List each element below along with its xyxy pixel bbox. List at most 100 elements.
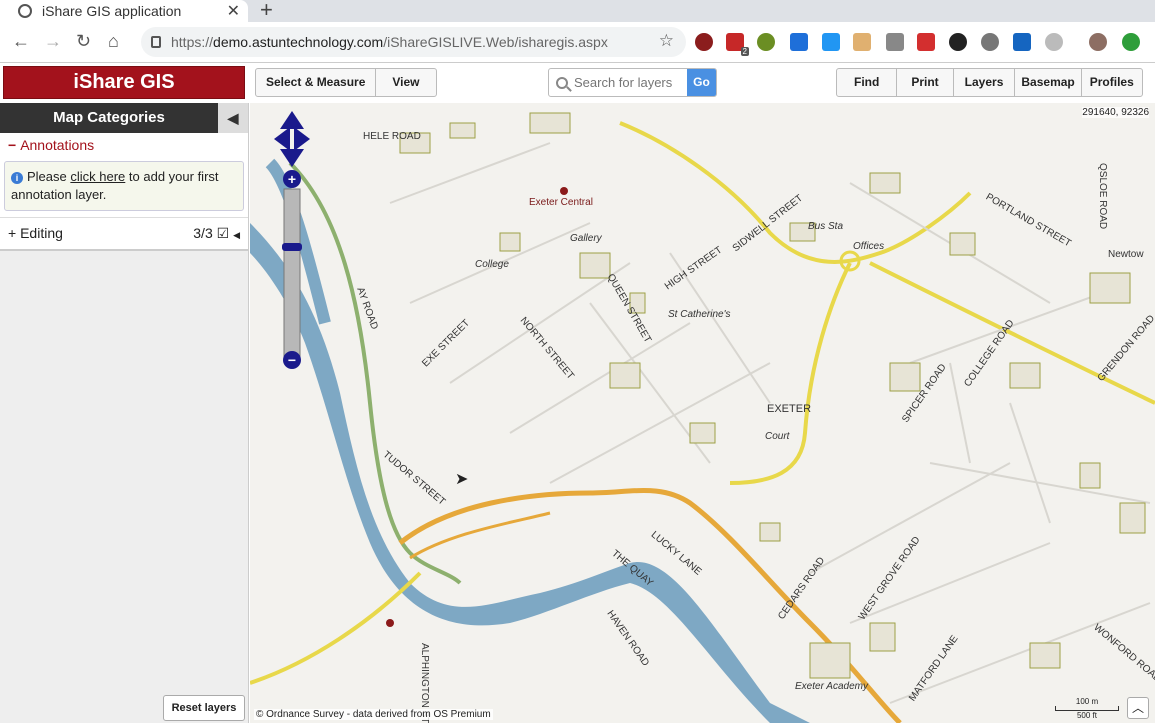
tab-title: iShare GIS application <box>42 3 182 19</box>
map-label: Offices <box>853 241 885 252</box>
map-label: Court <box>765 431 790 442</box>
view-button[interactable]: View <box>376 69 435 96</box>
circle-extension-icon[interactable] <box>981 33 999 51</box>
close-icon[interactable]: ✕ <box>227 1 240 21</box>
pan-left-icon[interactable] <box>274 127 290 151</box>
map-basemap <box>250 112 1155 723</box>
collapse-panel-icon[interactable]: ◀ <box>218 103 248 133</box>
map-label: College <box>475 259 509 270</box>
map-label: HELE ROAD <box>363 131 421 142</box>
info-text-pre: Please <box>27 169 71 184</box>
panel-title: Map Categories <box>53 109 165 126</box>
update-icon[interactable] <box>1122 33 1140 51</box>
find-button[interactable]: Find <box>837 69 898 96</box>
bookmark-star-icon[interactable]: ☆ <box>659 31 674 51</box>
panel-body: − Annotations i Please click here to add … <box>0 133 248 251</box>
reload-icon[interactable]: ↻ <box>76 31 91 52</box>
expand-arrow-icon[interactable]: ◀ <box>233 230 240 240</box>
pan-down-icon[interactable] <box>280 149 304 167</box>
url-host: demo.astuntechnology.com <box>213 34 384 50</box>
svg-text:−: − <box>288 352 296 368</box>
profiles-button[interactable]: Profiles <box>1082 69 1142 96</box>
s2-extension-icon[interactable] <box>1013 33 1031 51</box>
scale-feet: 500 ft <box>1076 711 1097 720</box>
search-icon <box>556 76 568 89</box>
layers-button[interactable]: Layers <box>954 69 1016 96</box>
annotations-label: Annotations <box>20 137 95 153</box>
face-extension-icon[interactable] <box>853 33 871 51</box>
j-extension-icon[interactable] <box>790 33 808 51</box>
ublock-extension-icon[interactable] <box>695 33 713 51</box>
plus-icon: + <box>8 225 21 241</box>
map-label: Gallery <box>570 233 602 244</box>
map-label: QSLOE ROAD <box>1097 163 1108 230</box>
svg-text:+: + <box>288 171 296 187</box>
scale-bar: 100 m 500 ft <box>1055 697 1119 720</box>
map-copyright: © Ordnance Survey - data derived from OS… <box>254 709 493 720</box>
brand-logo[interactable]: iShare GIS <box>3 66 245 99</box>
annotation-info-box: i Please click here to add your first ann… <box>4 161 244 211</box>
tool-group-right: Find Print Layers Basemap Profiles <box>836 68 1143 97</box>
gmail-extension-icon[interactable] <box>917 33 935 51</box>
minus-icon: − <box>8 137 17 153</box>
paw-extension-icon[interactable] <box>949 33 967 51</box>
map-label: Newtow <box>1108 249 1144 260</box>
zoom-slider-track[interactable] <box>283 188 301 360</box>
ring-road-spur <box>409 511 551 560</box>
click-here-link[interactable]: click here <box>70 169 125 184</box>
s-extension-icon[interactable] <box>822 33 840 51</box>
print-button[interactable]: Print <box>897 69 954 96</box>
map-label: Exeter Central <box>529 197 593 208</box>
url-path: /iShareGISLIVE.Web/isharegis.aspx <box>383 34 608 50</box>
editing-count: 3/3 <box>193 225 213 241</box>
select-measure-button[interactable]: Select & Measure <box>256 69 377 96</box>
extension-badge: 2 <box>740 47 749 56</box>
basemap-button[interactable]: Basemap <box>1015 69 1082 96</box>
globe-icon <box>18 4 32 18</box>
annotations-section[interactable]: − Annotations <box>0 133 248 157</box>
hex-extension-icon[interactable] <box>1045 33 1063 51</box>
checkbox-icon[interactable]: ☑ <box>217 225 230 241</box>
pan-up-icon[interactable] <box>280 111 304 129</box>
lock-icon <box>151 36 161 48</box>
station-marker[interactable] <box>386 619 394 627</box>
station-marker[interactable] <box>560 187 568 195</box>
mouse-cursor-icon: ➤ <box>455 471 469 488</box>
panel-header: Map Categories ◀ <box>0 103 248 133</box>
road-yellow-4 <box>250 571 422 685</box>
app-header: iShare GIS Select & Measure View Go Find… <box>0 63 1155 103</box>
editing-section[interactable]: + Editing 3/3 ☑ ◀ <box>0 217 248 251</box>
browser-toolbar: ← → ↻ ⌂ https://demo.astuntechnology.com… <box>0 22 1155 63</box>
new-tab-button[interactable]: + <box>260 0 273 23</box>
grid-extension-icon[interactable] <box>886 33 904 51</box>
editing-label: Editing <box>20 225 63 241</box>
buildings <box>399 112 1146 679</box>
pan-zoom-control: + − <box>274 111 310 369</box>
info-icon: i <box>11 172 23 184</box>
profile-avatar[interactable] <box>1089 33 1107 51</box>
browser-tab[interactable]: iShare GIS application ✕ <box>0 0 248 22</box>
river-exe <box>250 223 810 723</box>
pan-right-icon[interactable] <box>294 127 310 151</box>
map-categories-panel: Map Categories ◀ − Annotations i Please c… <box>0 103 249 723</box>
url-scheme: https:// <box>171 34 214 50</box>
home-icon[interactable]: ⌂ <box>108 31 119 52</box>
bulb-extension-icon[interactable] <box>757 33 775 51</box>
map-label: Bus Sta <box>808 221 844 232</box>
road-yellow-2 <box>729 262 852 485</box>
search-go-button[interactable]: Go <box>687 69 716 96</box>
extension-icon[interactable]: 2 <box>726 33 749 56</box>
layer-search: Go <box>548 68 717 97</box>
map-label: St Catherine's <box>668 309 731 320</box>
address-bar[interactable]: https://demo.astuntechnology.com/iShareG… <box>141 27 686 57</box>
map-canvas[interactable]: + − HELE ROAD Exeter Central HIGH STREET… <box>250 103 1155 723</box>
layer-search-input[interactable] <box>574 75 684 90</box>
zoom-slider-handle[interactable] <box>282 243 302 251</box>
chevron-up-icon[interactable]: ︿ <box>1127 697 1149 719</box>
browser-tabstrip: iShare GIS application ✕ + <box>0 0 1155 22</box>
back-icon[interactable]: ← <box>12 31 30 52</box>
map-coordinates: 291640, 92326 <box>1082 107 1149 118</box>
scale-metres: 100 m <box>1075 697 1099 706</box>
forward-icon[interactable]: → <box>44 31 62 52</box>
reset-layers-button[interactable]: Reset layers <box>163 695 245 721</box>
